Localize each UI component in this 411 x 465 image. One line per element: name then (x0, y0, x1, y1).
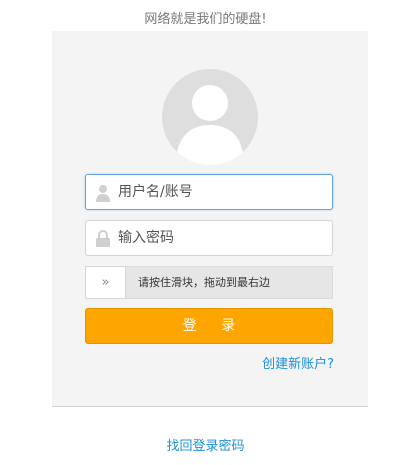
password-placeholder: 输入密码 (118, 230, 174, 246)
login-button[interactable]: 登 录 (85, 308, 333, 344)
login-card: 用户名/账号 输入密码 » 请按住滑块，拖动到最右边 登 录 创建新账户? (52, 31, 368, 407)
slider-instruction: 请按住滑块，拖动到最右边 (138, 276, 270, 289)
recover-password-link[interactable]: 找回登录密码 (0, 435, 411, 454)
login-page: 网络就是我们的硬盘! 用户名/账号 输入密码 » 请按住滑块，拖动到最右边 登 … (0, 0, 411, 465)
lock-icon (95, 230, 111, 248)
tagline: 网络就是我们的硬盘! (144, 12, 267, 27)
slider-handle[interactable]: » (85, 266, 126, 299)
user-icon (95, 184, 111, 202)
password-field[interactable]: 输入密码 (85, 220, 333, 256)
slider-captcha: » 请按住滑块，拖动到最右边 (85, 266, 333, 299)
user-avatar-icon (162, 69, 258, 165)
username-field[interactable]: 用户名/账号 (85, 174, 333, 210)
create-account-link[interactable]: 创建新账户? (262, 353, 334, 372)
double-chevron-right-icon: » (101, 275, 110, 290)
username-placeholder: 用户名/账号 (118, 184, 193, 200)
